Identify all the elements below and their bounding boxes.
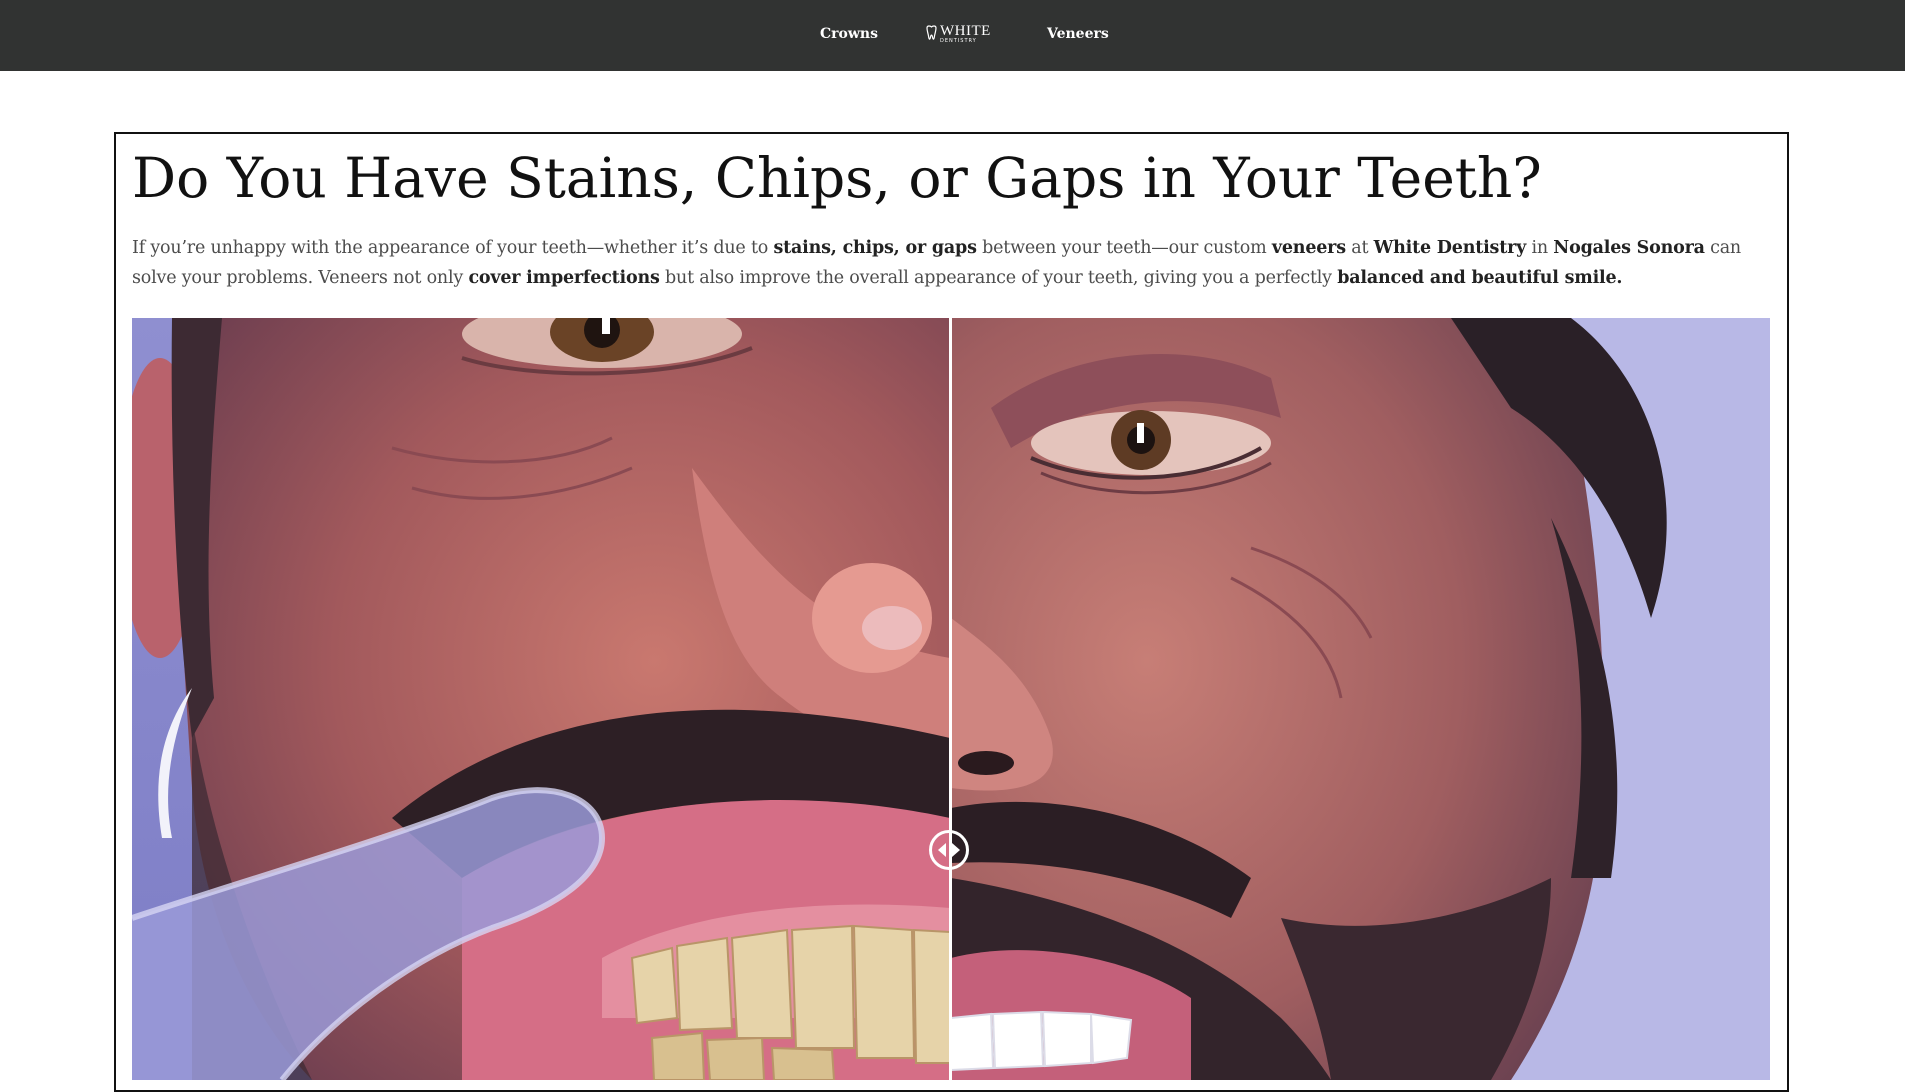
intro-bold: veneers: [1271, 238, 1346, 258]
intro-bold: stains, chips, or gaps: [773, 238, 977, 258]
intro-paragraph: If you’re unhappy with the appearance of…: [132, 233, 1772, 293]
before-image: [132, 318, 950, 1080]
intro-text: between your teeth—our custom: [976, 238, 1272, 258]
nav-link-crowns[interactable]: Crowns: [820, 26, 878, 42]
arrows-left-right-icon: [938, 843, 960, 857]
intro-text: but also improve the overall appearance …: [659, 268, 1338, 288]
intro-bold: White Dentistry: [1373, 238, 1527, 258]
page-title: Do You Have Stains, Chips, or Gaps in Yo…: [132, 146, 1542, 210]
logo-subtitle: DENTISTRY: [940, 38, 977, 44]
white-dentistry-logo[interactable]: WHITE DENTISTRY: [926, 24, 990, 46]
logo-wordmark: WHITE: [940, 23, 991, 39]
after-image: [951, 318, 1770, 1080]
intro-text: in: [1526, 238, 1554, 258]
nav-link-veneers[interactable]: Veneers: [1047, 26, 1109, 42]
slider-handle[interactable]: [929, 830, 969, 870]
intro-bold: balanced and beautiful smile.: [1337, 268, 1623, 288]
before-after-slider[interactable]: [132, 318, 1770, 1080]
slider-divider[interactable]: [949, 318, 952, 1080]
intro-bold: cover imperfections: [468, 268, 660, 288]
intro-text: at: [1345, 238, 1374, 258]
intro-bold: Nogales Sonora: [1553, 238, 1705, 258]
tooth-icon: [926, 25, 937, 40]
top-navigation-bar: Crowns WHITE DENTISTRY Veneers: [0, 0, 1905, 71]
intro-text: If you’re unhappy with the appearance of…: [132, 238, 774, 258]
